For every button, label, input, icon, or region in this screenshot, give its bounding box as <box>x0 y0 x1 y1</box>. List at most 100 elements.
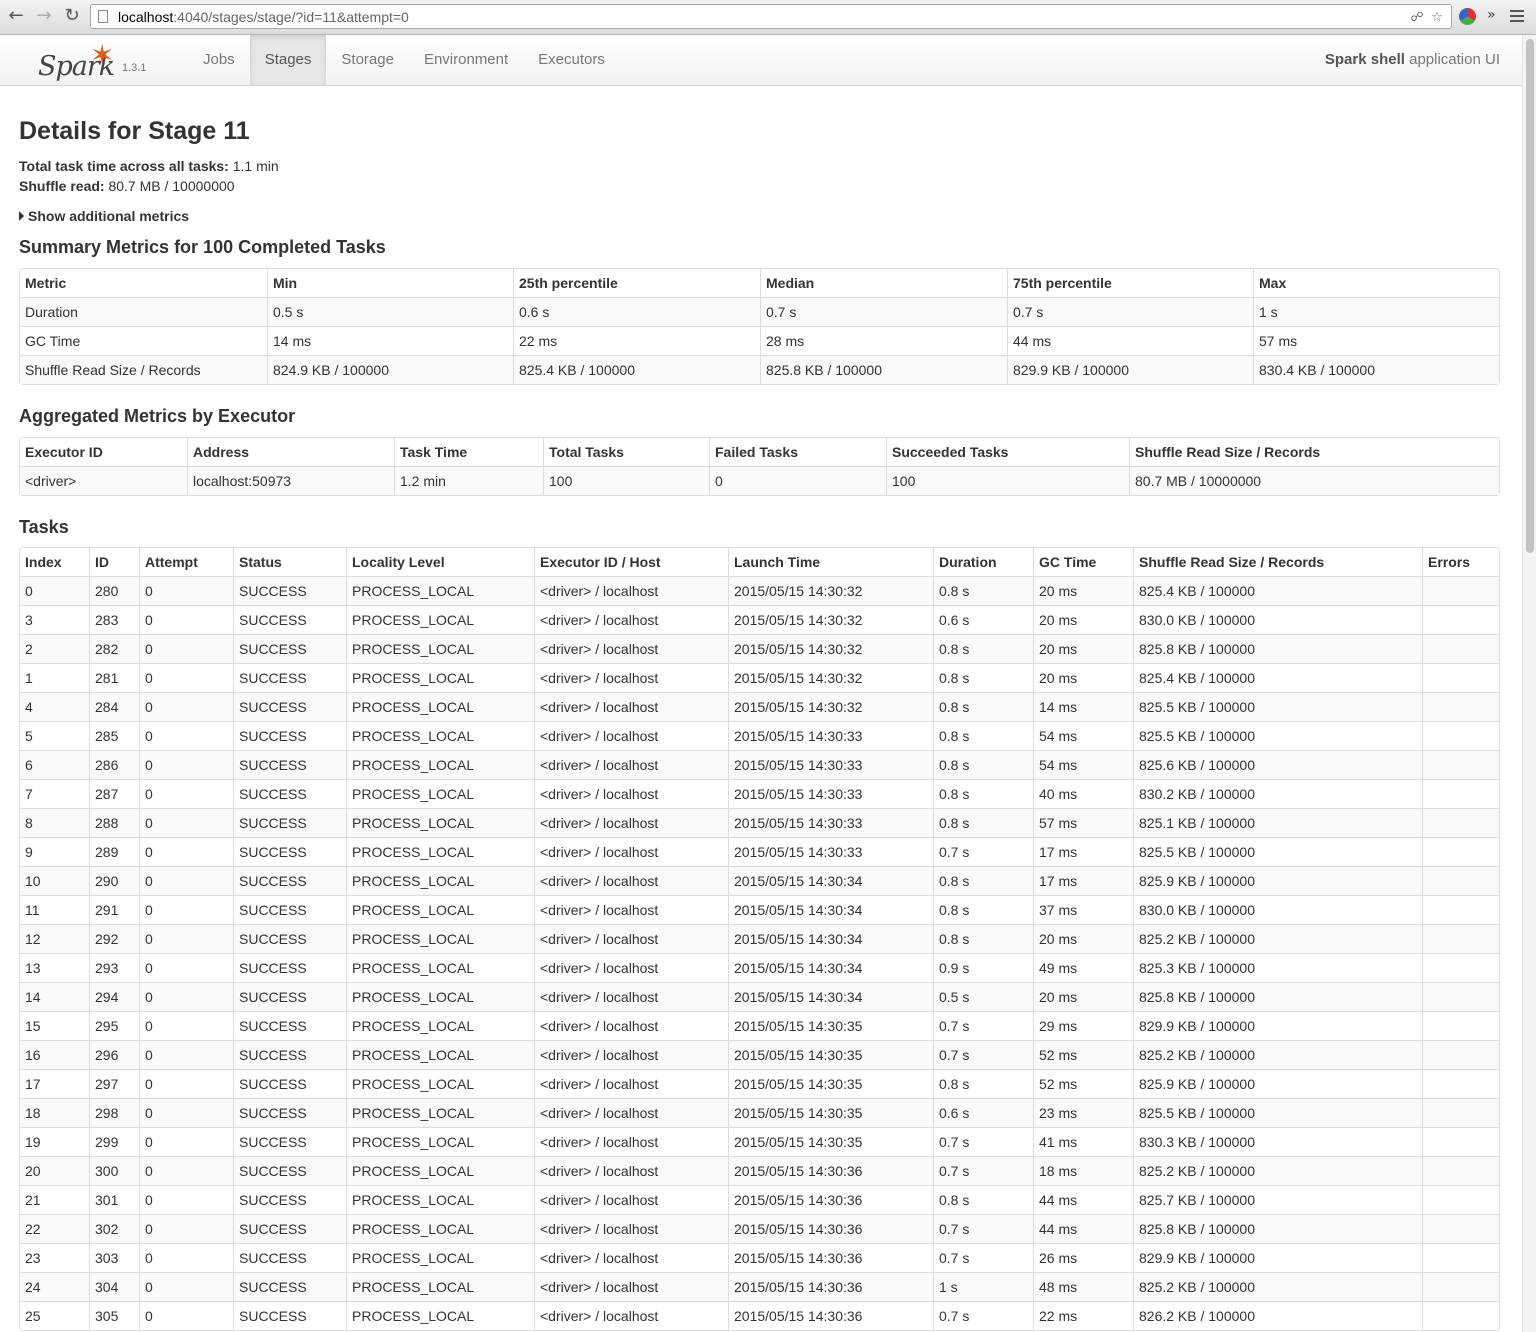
task-cell-executor-id-host: <driver> / localhost <box>534 837 728 866</box>
tab-storage[interactable]: Storage <box>326 35 409 85</box>
task-cell-index: 25 <box>20 1301 89 1330</box>
executor-header-shuffle-read-size-records[interactable]: Shuffle Read Size / Records <box>1129 438 1499 466</box>
tab-executors[interactable]: Executors <box>523 35 620 85</box>
task-cell-attempt: 0 <box>139 605 233 634</box>
task-cell-locality-level: PROCESS_LOCAL <box>346 1214 534 1243</box>
show-additional-metrics-toggle[interactable]: Show additional metrics <box>19 206 1500 226</box>
tasks-heading: Tasks <box>19 517 69 537</box>
task-cell-attempt: 0 <box>139 1185 233 1214</box>
summary-cell-metric: Duration <box>20 297 267 326</box>
tab-environment[interactable]: Environment <box>409 35 523 85</box>
task-cell-status: SUCCESS <box>233 721 346 750</box>
task-header-executor-id-host[interactable]: Executor ID / Host <box>534 548 728 576</box>
translate-icon[interactable]: ☍ <box>1409 10 1425 26</box>
task-cell-attempt: 0 <box>139 808 233 837</box>
task-cell-shuffle-read-size-records: 825.4 KB / 100000 <box>1133 663 1422 692</box>
task-row: 21 301 0 SUCCESS PROCESS_LOCAL <driver> / loc… <box>20 1185 1499 1214</box>
summary-cell-max: 1 s <box>1253 297 1499 326</box>
task-header-id[interactable]: ID <box>89 548 139 576</box>
executor-header-failed-tasks[interactable]: Failed Tasks <box>709 438 886 466</box>
tab-jobs[interactable]: Jobs <box>188 35 250 85</box>
task-cell-duration: 0.8 s <box>933 721 1033 750</box>
task-cell-executor-id-host: <driver> / localhost <box>534 1272 728 1301</box>
task-cell-errors <box>1422 1243 1499 1272</box>
task-row: 3 283 0 SUCCESS PROCESS_LOCAL <driver> / loca… <box>20 605 1499 634</box>
task-cell-status: SUCCESS <box>233 1272 346 1301</box>
executor-header-task-time[interactable]: Task Time <box>394 438 543 466</box>
task-cell-duration: 0.6 s <box>933 1098 1033 1127</box>
task-row: 0 280 0 SUCCESS PROCESS_LOCAL <driver> / loca… <box>20 576 1499 605</box>
task-cell-attempt: 0 <box>139 721 233 750</box>
summary-header-median[interactable]: Median <box>760 269 1007 297</box>
task-cell-shuffle-read-size-records: 825.8 KB / 100000 <box>1133 982 1422 1011</box>
back-arrow-icon[interactable]: ← <box>6 6 26 26</box>
task-cell-executor-id-host: <driver> / localhost <box>534 721 728 750</box>
task-header-launch-time[interactable]: Launch Time <box>728 548 933 576</box>
task-cell-attempt: 0 <box>139 953 233 982</box>
task-header-errors[interactable]: Errors <box>1422 548 1499 576</box>
summary-header-min[interactable]: Min <box>267 269 513 297</box>
total-task-time-label: Total task time across all tasks: <box>19 158 229 174</box>
task-cell-gc-time: 23 ms <box>1033 1098 1133 1127</box>
spark-logo[interactable]: Spark ✶ 1.3.1 <box>38 38 158 82</box>
executor-header-executor-id[interactable]: Executor ID <box>20 438 187 466</box>
task-cell-index: 16 <box>20 1040 89 1069</box>
task-cell-status: SUCCESS <box>233 895 346 924</box>
task-cell-duration: 0.7 s <box>933 1301 1033 1330</box>
task-header-index[interactable]: Index <box>20 548 89 576</box>
summary-cell-min: 14 ms <box>267 326 513 355</box>
task-header-locality-level[interactable]: Locality Level <box>346 548 534 576</box>
task-cell-attempt: 0 <box>139 924 233 953</box>
scrollbar-thumb[interactable] <box>1526 39 1534 553</box>
task-cell-errors <box>1422 721 1499 750</box>
version-label: 1.3.1 <box>122 62 147 74</box>
address-bar[interactable]: localhost:4040/stages/stage/?id=11&attem… <box>90 4 1452 29</box>
task-header-duration[interactable]: Duration <box>933 548 1033 576</box>
vertical-scrollbar[interactable] <box>1522 35 1536 1332</box>
summary-cell-median: 0.7 s <box>760 297 1007 326</box>
summary-header-75th-percentile[interactable]: 75th percentile <box>1007 269 1253 297</box>
tab-stages[interactable]: Stages <box>249 35 327 85</box>
task-cell-id: 296 <box>89 1040 139 1069</box>
menu-icon[interactable] <box>1510 10 1524 25</box>
triangle-right-icon <box>19 211 24 221</box>
reload-icon[interactable]: ↻ <box>62 6 82 26</box>
executor-header-total-tasks[interactable]: Total Tasks <box>543 438 709 466</box>
task-header-gc-time[interactable]: GC Time <box>1033 548 1133 576</box>
task-cell-status: SUCCESS <box>233 982 346 1011</box>
task-cell-errors <box>1422 1069 1499 1098</box>
task-cell-executor-id-host: <driver> / localhost <box>534 982 728 1011</box>
task-cell-index: 24 <box>20 1272 89 1301</box>
task-cell-locality-level: PROCESS_LOCAL <box>346 1011 534 1040</box>
url-text[interactable]: localhost:4040/stages/stage/?id=11&attem… <box>118 9 409 25</box>
executor-header-address[interactable]: Address <box>187 438 394 466</box>
task-cell-id: 293 <box>89 953 139 982</box>
task-cell-executor-id-host: <driver> / localhost <box>534 866 728 895</box>
task-cell-index: 17 <box>20 1069 89 1098</box>
executor-header-succeeded-tasks[interactable]: Succeeded Tasks <box>886 438 1129 466</box>
summary-header-25th-percentile[interactable]: 25th percentile <box>513 269 760 297</box>
forward-arrow-icon[interactable]: → <box>34 6 54 26</box>
extension-icon[interactable] <box>1459 8 1476 25</box>
task-cell-executor-id-host: <driver> / localhost <box>534 1185 728 1214</box>
task-cell-id: 285 <box>89 721 139 750</box>
task-cell-executor-id-host: <driver> / localhost <box>534 605 728 634</box>
task-header-status[interactable]: Status <box>233 548 346 576</box>
task-cell-status: SUCCESS <box>233 837 346 866</box>
summary-cell-min: 0.5 s <box>267 297 513 326</box>
task-cell-status: SUCCESS <box>233 750 346 779</box>
task-header-attempt[interactable]: Attempt <box>139 548 233 576</box>
task-cell-attempt: 0 <box>139 576 233 605</box>
task-header-shuffle-read-size-records[interactable]: Shuffle Read Size / Records <box>1133 548 1422 576</box>
task-cell-index: 19 <box>20 1127 89 1156</box>
task-cell-index: 15 <box>20 1011 89 1040</box>
summary-header-max[interactable]: Max <box>1253 269 1499 297</box>
summary-header-metric[interactable]: Metric <box>20 269 267 297</box>
task-cell-errors <box>1422 576 1499 605</box>
bookmark-star-icon[interactable]: ☆ <box>1429 10 1445 26</box>
task-cell-executor-id-host: <driver> / localhost <box>534 1098 728 1127</box>
chevron-right-icon[interactable]: » <box>1487 7 1496 23</box>
task-cell-launch-time: 2015/05/15 14:30:34 <box>728 866 933 895</box>
task-cell-errors <box>1422 982 1499 1011</box>
task-cell-status: SUCCESS <box>233 866 346 895</box>
